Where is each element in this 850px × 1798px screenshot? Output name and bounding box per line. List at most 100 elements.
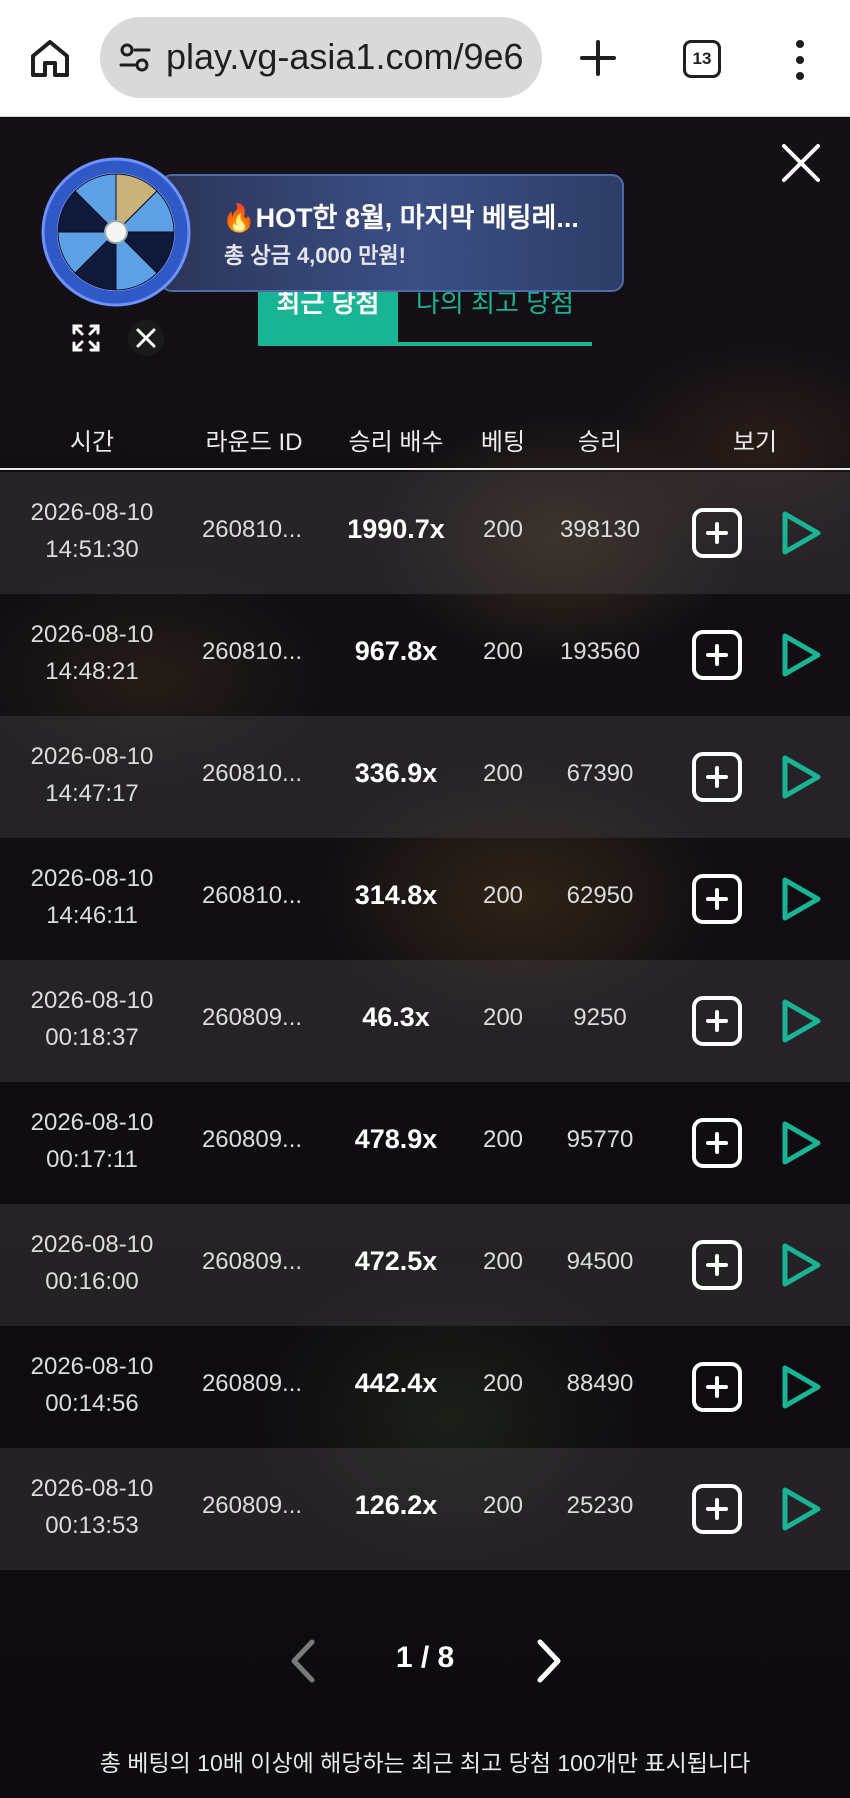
cell-round-id: 260810... bbox=[201, 882, 303, 909]
cell-win: 67390 bbox=[566, 760, 634, 787]
cell-bet: 200 bbox=[482, 638, 524, 665]
cell-bet: 200 bbox=[482, 1370, 524, 1397]
add-square-icon[interactable] bbox=[692, 752, 742, 802]
cell-win: 62950 bbox=[566, 882, 634, 909]
promo-title[interactable]: 🔥HOT한 8월, 마지막 베팅레... bbox=[222, 196, 579, 235]
tune-icon[interactable] bbox=[118, 41, 152, 75]
browser-toolbar: play.vg-asia1.com/9e6 13 bbox=[0, 0, 850, 117]
close-icon[interactable] bbox=[780, 142, 822, 184]
cell-win: 9250 bbox=[573, 1004, 627, 1031]
add-square-icon[interactable] bbox=[692, 1240, 742, 1290]
cell-time: 2026-08-10 14:47:17 bbox=[31, 738, 154, 812]
cell-bet: 200 bbox=[482, 882, 524, 909]
play-icon[interactable] bbox=[778, 632, 824, 678]
table-row: 2026-08-10 14:47:17 260810... 336.9x 200 6739… bbox=[0, 716, 850, 838]
prize-wheel-icon[interactable] bbox=[40, 156, 192, 308]
add-square-icon[interactable] bbox=[692, 996, 742, 1046]
cell-multiplier: 472.5x bbox=[354, 1246, 438, 1276]
cell-clock: 00:14:56 bbox=[45, 1390, 139, 1417]
cell-multiplier: 478.9x bbox=[354, 1124, 438, 1154]
cell-bet: 200 bbox=[482, 1126, 524, 1153]
promo-subtitle[interactable]: 총 상금 4,000 만원! bbox=[224, 238, 406, 270]
cell-time: 2026-08-10 00:16:00 bbox=[31, 1226, 154, 1300]
add-square-icon[interactable] bbox=[692, 1118, 742, 1168]
play-icon[interactable] bbox=[778, 1364, 824, 1410]
cell-date: 2026-08-10 bbox=[30, 499, 154, 526]
add-square-icon[interactable] bbox=[692, 874, 742, 924]
address-bar[interactable]: play.vg-asia1.com/9e6 bbox=[100, 17, 542, 98]
tab-switcher-button[interactable]: 13 bbox=[683, 40, 721, 78]
cell-bet: 200 bbox=[482, 1492, 524, 1519]
header-multiplier: 승리 배수 bbox=[348, 429, 444, 456]
play-icon[interactable] bbox=[778, 1120, 824, 1166]
cell-round-id: 260809... bbox=[201, 1248, 303, 1275]
cell-multiplier: 46.3x bbox=[362, 1002, 430, 1032]
cell-clock: 14:46:11 bbox=[46, 902, 138, 929]
cell-win: 25230 bbox=[566, 1492, 634, 1519]
cell-round-id: 260809... bbox=[201, 1370, 303, 1397]
cell-clock: 14:51:30 bbox=[45, 536, 139, 563]
cell-time: 2026-08-10 00:13:53 bbox=[31, 1470, 154, 1544]
play-icon[interactable] bbox=[778, 998, 824, 1044]
cell-round-id: 260809... bbox=[201, 1126, 303, 1153]
cell-date: 2026-08-10 bbox=[30, 987, 154, 1014]
play-icon[interactable] bbox=[778, 1486, 824, 1532]
cell-multiplier: 314.8x bbox=[354, 880, 438, 910]
play-icon[interactable] bbox=[778, 754, 824, 800]
play-icon[interactable] bbox=[778, 876, 824, 922]
chevron-left-icon[interactable] bbox=[284, 1636, 324, 1686]
cell-round-id: 260810... bbox=[201, 638, 303, 665]
cell-time: 2026-08-10 00:14:56 bbox=[31, 1348, 154, 1422]
cell-multiplier: 967.8x bbox=[354, 636, 438, 666]
table-row: 2026-08-10 00:13:53 260809... 126.2x 200 2523… bbox=[0, 1448, 850, 1570]
home-icon[interactable] bbox=[28, 36, 72, 80]
play-icon[interactable] bbox=[778, 510, 824, 556]
cell-win: 88490 bbox=[566, 1370, 634, 1397]
cell-clock: 00:18:37 bbox=[45, 1024, 139, 1051]
add-square-icon[interactable] bbox=[692, 630, 742, 680]
cell-date: 2026-08-10 bbox=[30, 621, 154, 648]
cell-round-id: 260809... bbox=[201, 1004, 303, 1031]
cell-date: 2026-08-10 bbox=[30, 1353, 154, 1380]
cell-clock: 00:13:53 bbox=[45, 1512, 139, 1539]
page-indicator: 1 / 8 bbox=[395, 1641, 455, 1674]
add-square-icon[interactable] bbox=[692, 508, 742, 558]
header-time: 시간 bbox=[69, 429, 115, 456]
cell-multiplier: 336.9x bbox=[354, 758, 438, 788]
cell-time: 2026-08-10 00:18:37 bbox=[31, 982, 154, 1056]
banner-close-icon[interactable] bbox=[128, 320, 164, 356]
cell-date: 2026-08-10 bbox=[30, 1475, 154, 1502]
header-bet: 베팅 bbox=[480, 429, 526, 456]
add-square-icon[interactable] bbox=[692, 1362, 742, 1412]
cell-round-id: 260810... bbox=[201, 516, 303, 543]
cell-time: 2026-08-10 14:51:30 bbox=[31, 494, 154, 568]
add-square-icon[interactable] bbox=[692, 1484, 742, 1534]
table-row: 2026-08-10 00:17:11 260809... 478.9x 200 9577… bbox=[0, 1082, 850, 1204]
cell-bet: 200 bbox=[482, 1004, 524, 1031]
cell-time: 2026-08-10 00:17:11 bbox=[31, 1104, 154, 1178]
cell-multiplier: 1990.7x bbox=[347, 514, 445, 544]
expand-icon[interactable] bbox=[70, 322, 102, 354]
header-win: 승리 bbox=[577, 429, 623, 456]
header-round-id: 라운드 ID bbox=[205, 429, 303, 456]
chevron-right-icon[interactable] bbox=[528, 1636, 568, 1686]
url-text[interactable]: play.vg-asia1.com/9e6 bbox=[166, 37, 526, 77]
table-row: 2026-08-10 00:18:37 260809... 46.3x 200 9250 bbox=[0, 960, 850, 1082]
table-row: 2026-08-10 14:48:21 260810... 967.8x 200 1935… bbox=[0, 594, 850, 716]
play-icon[interactable] bbox=[778, 1242, 824, 1288]
cell-time: 2026-08-10 14:46:11 bbox=[31, 860, 154, 934]
header-view: 보기 bbox=[732, 429, 778, 456]
cell-win: 193560 bbox=[559, 638, 641, 665]
cell-multiplier: 442.4x bbox=[354, 1368, 438, 1398]
cell-clock: 00:16:00 bbox=[45, 1268, 139, 1295]
plus-icon[interactable] bbox=[576, 36, 620, 80]
cell-clock: 14:47:17 bbox=[45, 780, 139, 807]
cell-time: 2026-08-10 14:48:21 bbox=[31, 616, 154, 690]
table-header: 시간 라운드 ID 승리 배수 베팅 승리 보기 bbox=[0, 412, 850, 470]
table-row: 2026-08-10 00:14:56 260809... 442.4x 200 8849… bbox=[0, 1326, 850, 1448]
cell-clock: 00:17:11 bbox=[46, 1146, 138, 1173]
cell-bet: 200 bbox=[482, 760, 524, 787]
cell-win: 398130 bbox=[559, 516, 641, 543]
more-vert-icon[interactable] bbox=[788, 38, 812, 82]
cell-date: 2026-08-10 bbox=[30, 1231, 154, 1258]
